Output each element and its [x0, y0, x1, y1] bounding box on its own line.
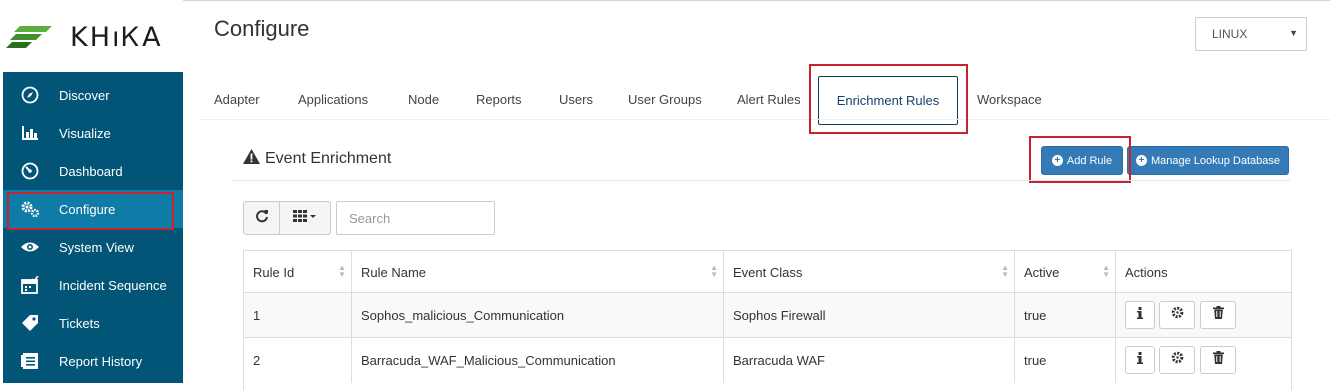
cell-event-class: Barracuda WAF: [724, 338, 1015, 383]
calendar-check-icon: [20, 275, 40, 295]
info-button[interactable]: [1125, 301, 1155, 329]
sort-icon: ▲ ▼: [710, 263, 718, 279]
plus-circle-icon: +: [1135, 155, 1147, 166]
plus-circle-icon: +: [1051, 155, 1063, 166]
info-button[interactable]: [1125, 346, 1155, 374]
column-header-label: Rule Name: [361, 264, 427, 280]
column-header-actions: Actions: [1116, 251, 1291, 293]
column-header-label: Event Class: [733, 264, 803, 280]
sidebar-item-label: Incident Sequence: [59, 277, 167, 293]
sidebar-item-label: Visualize: [59, 125, 111, 141]
sidebar-item-label: Tickets: [59, 315, 100, 331]
gear-icon: [1171, 351, 1184, 369]
tab-enrichment-rules[interactable]: Enrichment Rules: [818, 76, 958, 125]
cell-active: true: [1015, 293, 1116, 338]
warning-icon: [243, 149, 260, 169]
column-header-rule-id[interactable]: Rule Id ▲ ▼: [244, 251, 352, 293]
refresh-icon: [255, 209, 269, 228]
khika-logo-icon: [6, 26, 52, 48]
compass-icon: [20, 85, 40, 105]
panel-divider: [232, 180, 1290, 181]
cell-event-class: Sophos Firewall: [724, 293, 1015, 338]
table-row: 1 Sophos_malicious_Communication Sophos …: [244, 292, 1291, 338]
grid-columns-icon: [293, 209, 317, 227]
tab-reports[interactable]: Reports: [476, 92, 522, 107]
sort-icon: ▲ ▼: [1001, 263, 1009, 279]
enrichment-rules-table: Rule Id ▲ ▼ Rule Name ▲ ▼ Event Class ▲ ▼ A…: [243, 250, 1292, 390]
delete-button[interactable]: [1200, 346, 1236, 374]
platform-select[interactable]: LINUX ▼: [1195, 17, 1307, 51]
info-icon: [1137, 306, 1143, 324]
manage-lookup-database-button[interactable]: + Manage Lookup Database: [1127, 146, 1289, 175]
tab-user-groups[interactable]: User Groups: [628, 92, 702, 107]
tab-applications[interactable]: Applications: [298, 92, 368, 107]
cell-active: true: [1015, 338, 1116, 383]
sidebar-item-incident-sequence[interactable]: Incident Sequence: [3, 266, 183, 304]
column-header-rule-name[interactable]: Rule Name ▲ ▼: [352, 251, 724, 293]
trash-icon: [1212, 306, 1224, 324]
sidebar-item-label: System View: [59, 239, 134, 255]
sidebar-item-label: Dashboard: [59, 163, 123, 179]
trash-icon: [1212, 351, 1224, 369]
sidebar-item-dashboard[interactable]: Dashboard: [3, 152, 183, 190]
sidebar-item-report-history[interactable]: Report History: [3, 342, 183, 380]
sidebar-item-visualize[interactable]: Visualize: [3, 114, 183, 152]
sidebar-item-configure[interactable]: Configure: [3, 190, 183, 228]
delete-button[interactable]: [1200, 301, 1236, 329]
settings-button[interactable]: [1159, 346, 1195, 374]
sidebar: Discover Visualize Dashboard Configure S…: [3, 72, 183, 383]
tab-workspace[interactable]: Workspace: [977, 92, 1042, 107]
cell-rule-id: 2: [244, 338, 352, 383]
tab-adapter[interactable]: Adapter: [214, 92, 260, 107]
add-rule-label: Add Rule: [1066, 154, 1113, 167]
sidebar-item-label: Report History: [59, 353, 143, 369]
column-header-label: Actions: [1125, 264, 1168, 280]
column-header-active[interactable]: Active ▲ ▼: [1015, 251, 1116, 293]
column-header-label: Rule Id: [253, 264, 295, 280]
table-row: 2 Barracuda_WAF_Malicious_Communication …: [244, 337, 1291, 383]
tab-users[interactable]: Users: [559, 92, 593, 107]
cell-rule-name: Barracuda_WAF_Malicious_Communication: [352, 338, 724, 383]
sort-icon: ▲ ▼: [1102, 263, 1110, 279]
book-list-icon: [20, 351, 40, 371]
cell-rule-id: 1: [244, 293, 352, 338]
dashboard-gauge-icon: [20, 161, 40, 181]
manage-lookup-label: Manage Lookup Database: [1150, 154, 1281, 167]
gear-icon: [1171, 306, 1184, 324]
bar-chart-icon: [20, 123, 40, 143]
panel-title: Event Enrichment: [243, 149, 391, 169]
sidebar-item-tickets[interactable]: Tickets: [3, 304, 183, 342]
tab-alert-rules[interactable]: Alert Rules: [737, 92, 801, 107]
eye-icon: [20, 237, 40, 257]
column-header-label: Active: [1024, 264, 1060, 280]
settings-button[interactable]: [1159, 301, 1195, 329]
sort-icon: ▲ ▼: [338, 263, 346, 279]
brand-logo[interactable]: KHıᏦA: [0, 0, 183, 72]
cell-rule-name: Sophos_malicious_Communication: [352, 293, 724, 338]
platform-select-value: LINUX: [1212, 27, 1248, 41]
add-rule-button[interactable]: + Add Rule: [1041, 146, 1123, 175]
sidebar-item-discover[interactable]: Discover: [3, 76, 183, 114]
tag-icon: [20, 313, 40, 333]
search-input[interactable]: [336, 201, 495, 235]
columns-toggle-button[interactable]: [279, 201, 331, 235]
sidebar-item-label: Discover: [59, 87, 110, 103]
refresh-button[interactable]: [243, 201, 280, 235]
dropdown-arrow-icon: ▼: [1289, 28, 1298, 38]
top-border: [0, 0, 1330, 1]
sidebar-item-label: Configure: [59, 201, 116, 217]
tab-node[interactable]: Node: [408, 92, 439, 107]
info-icon: [1137, 351, 1143, 369]
panel-title-text: Event Enrichment: [265, 150, 392, 167]
tab-divider: [200, 119, 1330, 120]
gears-icon: [20, 199, 40, 219]
sidebar-item-system-view[interactable]: System View: [3, 228, 183, 266]
page-title: Configure: [214, 16, 310, 41]
column-header-event-class[interactable]: Event Class ▲ ▼: [724, 251, 1015, 293]
brand-name: KHıᏦA: [70, 22, 163, 53]
